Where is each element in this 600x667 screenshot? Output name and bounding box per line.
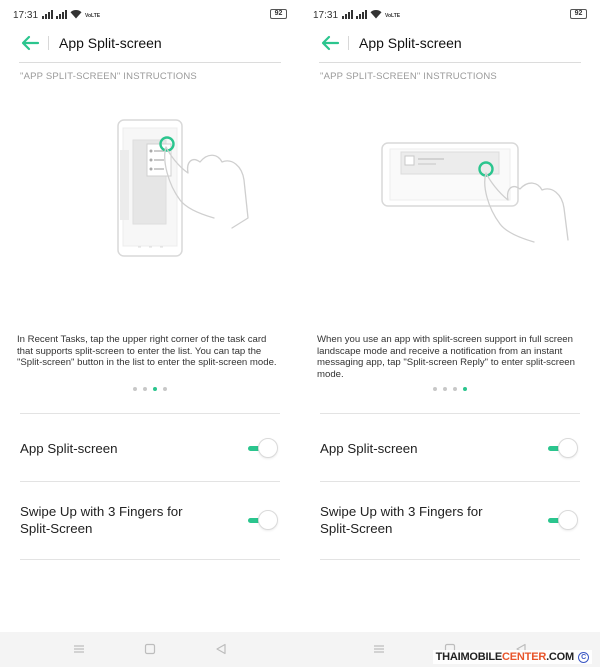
page-dot[interactable]: [133, 387, 137, 391]
setting-label: Swipe Up with 3 Fingers for Split-Screen: [320, 504, 483, 536]
page-title: App Split-screen: [359, 35, 462, 51]
back-triangle-icon[interactable]: [214, 642, 228, 656]
signal-icon: [342, 10, 353, 19]
menu-icon[interactable]: [372, 642, 386, 656]
page-indicator: [0, 387, 300, 391]
settings-screen-right: 17:31 VoLTE 92 App Split-screen "APP SPL…: [300, 0, 600, 632]
setting-label: Swipe Up with 3 Fingers for Split-Screen: [20, 504, 183, 536]
page-title: App Split-screen: [59, 35, 162, 51]
watermark: THAIMOBILECENTER.COM C: [432, 650, 592, 664]
divider: [320, 413, 580, 414]
section-header: "APP SPLIT-SCREEN" INSTRUCTIONS: [320, 71, 497, 82]
header-divider: [319, 62, 581, 63]
appbar-divider: [348, 36, 349, 50]
home-square-icon[interactable]: [143, 642, 157, 656]
copyright-icon: C: [578, 652, 589, 663]
page-dot[interactable]: [453, 387, 457, 391]
status-bar: 17:31 VoLTE 92: [0, 0, 300, 30]
divider: [320, 559, 580, 560]
setting-row-app-split-screen[interactable]: App Split-screen: [320, 428, 580, 466]
status-time: 17:31: [13, 10, 39, 21]
status-time: 17:31: [313, 10, 339, 21]
wifi-icon: [70, 10, 82, 19]
page-dot[interactable]: [163, 387, 167, 391]
page-dot-active[interactable]: [463, 387, 467, 391]
divider: [20, 413, 280, 414]
divider: [20, 481, 280, 482]
volte-icon: VoLTE: [85, 13, 101, 19]
app-split-screen-toggle[interactable]: [246, 437, 280, 459]
page-dot[interactable]: [443, 387, 447, 391]
appbar-divider: [48, 36, 49, 50]
settings-screen-left: 17:31 VoLTE 92 App Split-screen "APP SPL…: [0, 0, 300, 632]
page-indicator: [300, 387, 600, 391]
instruction-text: When you use an app with split-screen su…: [317, 334, 575, 380]
instruction-text: In Recent Tasks, tap the upper right cor…: [17, 334, 277, 368]
section-header: "APP SPLIT-SCREEN" INSTRUCTIONS: [20, 71, 197, 82]
setting-label: App Split-screen: [20, 441, 118, 456]
menu-icon[interactable]: [72, 642, 86, 656]
setting-row-app-split-screen[interactable]: App Split-screen: [20, 428, 280, 466]
divider: [320, 481, 580, 482]
app-split-screen-toggle[interactable]: [546, 437, 580, 459]
signal-icon: [56, 10, 67, 19]
divider: [20, 559, 280, 560]
landscape-tap-illustration: [381, 142, 569, 243]
wifi-icon: [370, 10, 382, 19]
arrow-left-icon[interactable]: [320, 34, 340, 52]
page-dot[interactable]: [433, 387, 437, 391]
app-bar: App Split-screen: [300, 30, 600, 62]
setting-row-three-finger-swipe[interactable]: Swipe Up with 3 Fingers for Split-Screen: [20, 496, 280, 548]
three-finger-swipe-toggle[interactable]: [246, 509, 280, 531]
signal-icon: [42, 10, 53, 19]
portrait-tap-illustration: [117, 119, 249, 257]
three-finger-swipe-toggle[interactable]: [546, 509, 580, 531]
arrow-left-icon[interactable]: [20, 34, 40, 52]
signal-icon: [356, 10, 367, 19]
volte-icon: VoLTE: [385, 13, 401, 19]
setting-label: App Split-screen: [320, 441, 418, 456]
header-divider: [19, 62, 281, 63]
app-bar: App Split-screen: [0, 30, 300, 62]
status-bar: 17:31 VoLTE 92: [300, 0, 600, 30]
battery-indicator: 92: [570, 9, 587, 19]
page-dot[interactable]: [143, 387, 147, 391]
battery-indicator: 92: [270, 9, 287, 19]
setting-row-three-finger-swipe[interactable]: Swipe Up with 3 Fingers for Split-Screen: [320, 496, 580, 548]
page-dot-active[interactable]: [153, 387, 157, 391]
